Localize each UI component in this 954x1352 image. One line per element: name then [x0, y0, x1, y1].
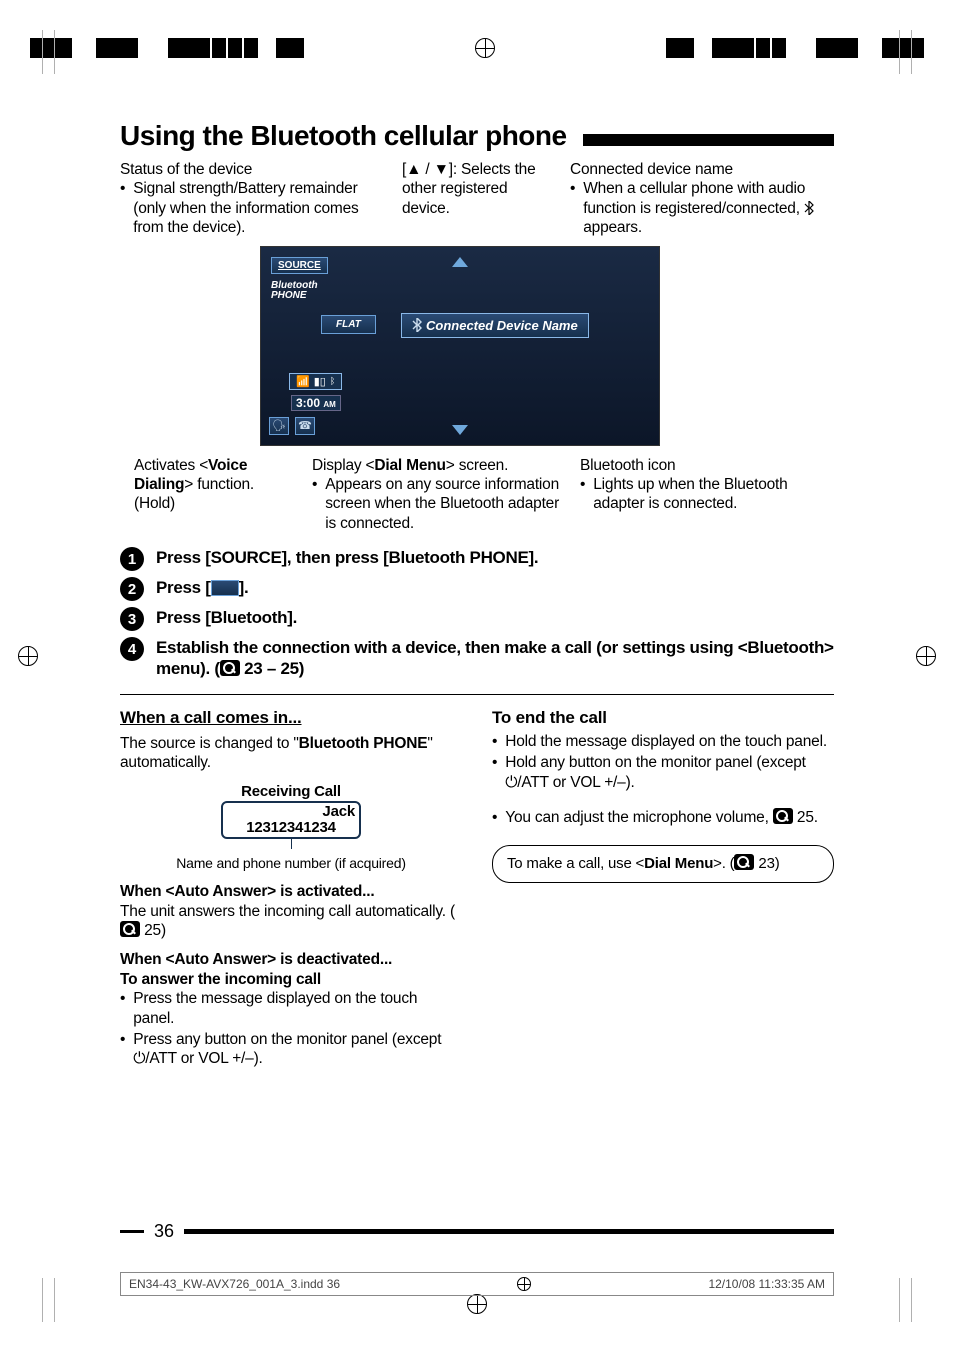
page-number-bar: 36: [120, 1221, 834, 1242]
connected-bullet: When a cellular phone with audio functio…: [583, 179, 834, 237]
section-divider: [120, 694, 834, 695]
arrow-callout: [▲ / ▼]: Selects the other registered de…: [402, 161, 536, 217]
answer-li1: Press the message displayed on the touch…: [133, 989, 462, 1028]
bt-icon-callout-bullet: Lights up when the Bluetooth adapter is …: [593, 475, 834, 514]
step-3-text: Press [Bluetooth].: [156, 607, 297, 628]
reference-icon: [120, 921, 140, 937]
page-title: Using the Bluetooth cellular phone: [120, 120, 579, 152]
bluetooth-audio-icon: [804, 201, 814, 215]
end-li2: Hold any button on the monitor panel (ex…: [505, 753, 834, 792]
step-4-text: Establish the connection with a device, …: [156, 637, 834, 680]
right-column: To end the call Hold the message display…: [492, 707, 834, 1071]
flat-button[interactable]: FLAT: [321, 315, 376, 334]
title-rule: [583, 134, 834, 146]
source-label: Bluetooth PHONE: [271, 281, 318, 301]
auto-answer-on-text: The unit answers the incoming call autom…: [120, 902, 462, 941]
power-icon: ⏻: [505, 774, 517, 791]
signal-icon: 📶: [296, 375, 310, 388]
step-1-text: Press [SOURCE], then press [Bluetooth PH…: [156, 547, 538, 568]
end-li1: Hold the message displayed on the touch …: [505, 732, 827, 751]
answer-call-heading: To answer the incoming call: [120, 970, 462, 989]
step-number-3: 3: [120, 607, 144, 631]
dial-menu-icon-button[interactable]: ☎: [295, 417, 315, 435]
step-number-2: 2: [120, 577, 144, 601]
reference-icon: [220, 660, 240, 676]
connected-heading: Connected device name: [570, 160, 834, 179]
auto-answer-on-heading: When <Auto Answer> is activated...: [120, 882, 462, 901]
answer-li2: Press any button on the monitor panel (e…: [133, 1030, 462, 1069]
page-number: 36: [144, 1221, 184, 1242]
status-heading: Status of the device: [120, 160, 384, 179]
auto-answer-off-heading: When <Auto Answer> is deactivated...: [120, 950, 462, 969]
voice-phone-icon: [211, 580, 239, 596]
step-number-1: 1: [120, 547, 144, 571]
end-call-heading: To end the call: [492, 707, 834, 728]
status-bullet: Signal strength/Battery remainder (only …: [133, 179, 384, 237]
connected-device-button[interactable]: Connected Device Name: [401, 313, 589, 338]
footer-file: EN34-43_KW-AVX726_001A_3.indd 36: [129, 1277, 340, 1291]
bluetooth-status-icon: ᛒ: [330, 376, 335, 386]
bt-icon-callout-head: Bluetooth icon: [580, 456, 834, 475]
incoming-call-heading: When a call comes in...: [120, 707, 462, 728]
battery-icon: ▮▯: [314, 375, 326, 388]
bottom-callouts: Activates <Voice Dialing> function. (Hol…: [120, 456, 834, 534]
footer-timestamp: 12/10/08 11:33:35 AM: [708, 1277, 825, 1291]
reference-icon: [773, 808, 793, 824]
receiving-call-box: Receiving Call Jack 12312341234: [206, 783, 376, 849]
power-icon: ⏻: [133, 1050, 145, 1067]
reference-icon: [734, 854, 754, 870]
screen-diagram: SOURCE Bluetooth PHONE FLAT Connected De…: [120, 246, 834, 446]
top-callouts: Status of the device • Signal strength/B…: [120, 160, 834, 238]
steps-list: 1 Press [SOURCE], then press [Bluetooth …: [120, 547, 834, 680]
step-number-4: 4: [120, 637, 144, 661]
voice-dial-callout: Activates <Voice Dialing> function. (Hol…: [134, 457, 254, 513]
incoming-call-text: The source is changed to "Bluetooth PHON…: [120, 734, 462, 773]
mic-volume-note: You can adjust the microphone volume, 25…: [505, 808, 818, 827]
up-arrow-button[interactable]: [452, 257, 468, 267]
dial-menu-callout: Display <Dial Menu> screen.: [312, 456, 562, 475]
registration-mark-icon: [517, 1277, 531, 1291]
status-indicator: 📶 ▮▯ ᛒ: [289, 373, 342, 390]
bluetooth-icon: [412, 318, 422, 332]
make-call-box: To make a call, use <Dial Menu>. ( 23): [492, 845, 834, 883]
print-footer: EN34-43_KW-AVX726_001A_3.indd 36 12/10/0…: [120, 1272, 834, 1296]
clock-display: 3:00 AM: [291, 395, 341, 411]
down-arrow-button[interactable]: [452, 425, 468, 435]
source-button[interactable]: SOURCE: [271, 257, 328, 274]
dial-menu-bullet: Appears on any source information screen…: [325, 475, 562, 533]
step-2-text: Press [].: [156, 577, 248, 598]
voice-dial-icon-button[interactable]: 🗣: [269, 417, 289, 435]
device-screen: SOURCE Bluetooth PHONE FLAT Connected De…: [260, 246, 660, 446]
callbox-caption: Name and phone number (if acquired): [120, 855, 462, 873]
left-column: When a call comes in... The source is ch…: [120, 707, 462, 1071]
